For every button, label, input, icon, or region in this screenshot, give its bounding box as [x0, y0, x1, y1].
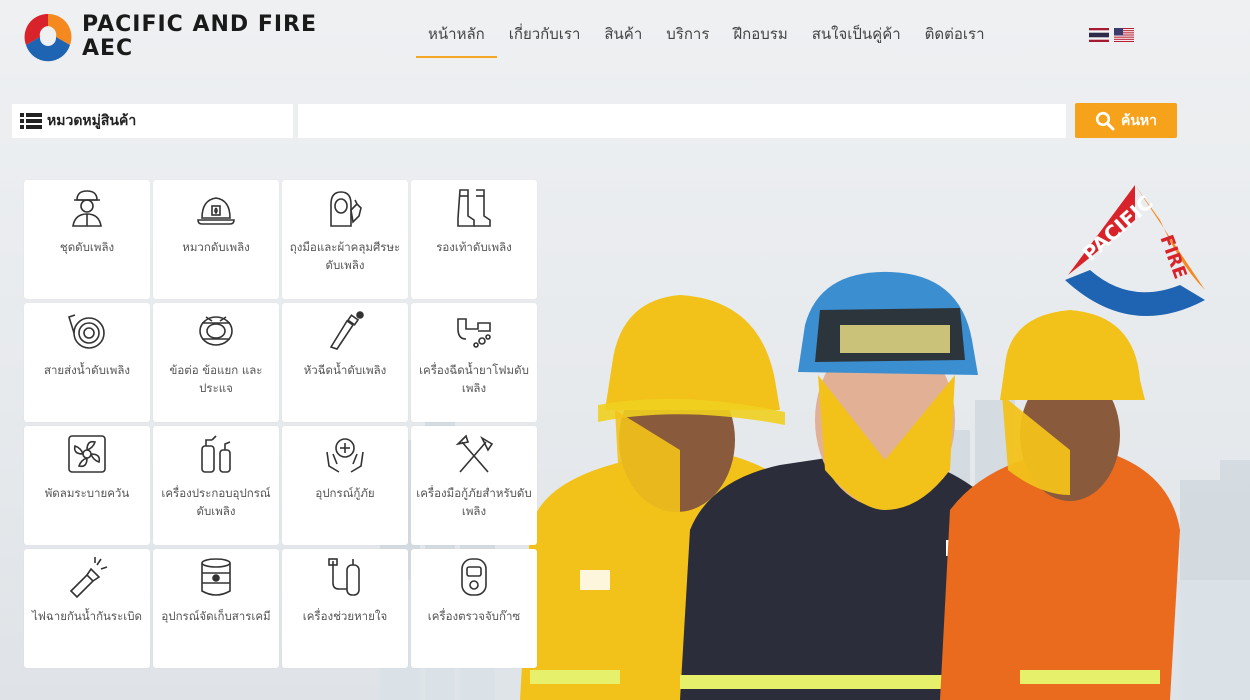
category-tile-rescue[interactable]: อุปกรณ์กู้ภัย [282, 426, 408, 545]
nozzle-icon [329, 311, 364, 350]
category-tile-breathing[interactable]: เครื่องช่วยหายใจ [282, 549, 408, 668]
category-label: เครื่องตรวจจับก๊าซ [427, 609, 521, 623]
category-tile-gas-detector[interactable]: เครื่องตรวจจับก๊าซ [411, 549, 537, 668]
search-button[interactable]: ค้นหา [1075, 103, 1177, 138]
badge-word-pacific: PACIFIC [1078, 190, 1158, 266]
nav-item-about[interactable]: เกี่ยวกับเรา [497, 22, 593, 58]
category-tile-fire-suit[interactable]: ชุดดับเพลิง [24, 180, 150, 299]
hose-icon [68, 314, 105, 349]
nav-item-training[interactable]: ฝึกอบรม [721, 22, 799, 58]
pacific-fire-aec-badge: PACIFIC FIRE AEC [1065, 185, 1205, 322]
category-tile-fire-helmet[interactable]: หมวกดับเพลิง [153, 180, 279, 299]
brand-mark-icon [24, 13, 72, 62]
smoke-fan-icon [68, 435, 106, 473]
nav-item-partner[interactable]: สนใจเป็นคู่ค้า [800, 22, 913, 58]
glove-hood-icon [330, 191, 362, 227]
coupling-icon [199, 316, 233, 346]
category-menu-label: หมวดหมู่สินค้า [47, 113, 137, 129]
nav-item-home[interactable]: หน้าหลัก [416, 22, 497, 58]
flashlight-icon [69, 557, 108, 599]
category-label: พัดลมระบายควัน [44, 486, 130, 500]
category-label: หมวกดับเพลิง [182, 240, 250, 254]
category-label: ข้อต่อ ข้อแยก และประแจ [169, 363, 263, 395]
brand-logo[interactable]: PACIFIC AND FIRE AEC [22, 11, 362, 63]
brand-name-line2: AEC [82, 36, 134, 61]
list-menu-icon [20, 113, 42, 129]
axe-tools-icon [455, 434, 494, 473]
category-label: รองเท้าดับเพลิง [436, 240, 512, 254]
chemical-drum-icon [201, 558, 231, 596]
firefighter-icon [72, 190, 102, 227]
boots-icon [457, 189, 491, 227]
category-tile-gloves-hood[interactable]: ถุงมือและผ้าคลุมศีรษะดับเพลิง [282, 180, 408, 299]
nav-item-contact[interactable]: ติดต่อเรา [913, 22, 997, 58]
category-label: เครื่องฉีดน้ำยาโฟมดับเพลิง [419, 363, 529, 395]
nav-item-services[interactable]: บริการ [654, 22, 721, 58]
category-tile-extinguisher[interactable]: เครื่องประกอบอุปกรณ์ดับเพลิง [153, 426, 279, 545]
category-tile-hose[interactable]: สายส่งน้ำดับเพลิง [24, 303, 150, 422]
nav-item-products[interactable]: สินค้า [592, 22, 654, 58]
gas-detector-icon [461, 558, 487, 596]
category-label: หัวฉีดน้ำดับเพลิง [303, 363, 387, 377]
category-label: เครื่องมือกู้ภัยสำหรับดับเพลิง [416, 486, 532, 518]
category-tile-flashlight[interactable]: ไฟฉายกันน้ำกันระเบิด [24, 549, 150, 668]
category-tile-boots[interactable]: รองเท้าดับเพลิง [411, 180, 537, 299]
category-menu-button[interactable]: หมวดหมู่สินค้า [12, 104, 293, 138]
product-category-grid: ชุดดับเพลิง หมวกดับเพลิง ถุงมือและผ้าคลุ… [24, 180, 537, 668]
category-tile-rescue-tools[interactable]: เครื่องมือกู้ภัยสำหรับดับเพลิง [411, 426, 537, 545]
rescue-hands-icon [326, 438, 364, 473]
category-label: สายส่งน้ำดับเพลิง [43, 363, 131, 377]
category-tile-foam-sprayer[interactable]: เครื่องฉีดน้ำยาโฟมดับเพลิง [411, 303, 537, 422]
category-tile-couplings[interactable]: ข้อต่อ ข้อแยก และประแจ [153, 303, 279, 422]
search-input[interactable] [298, 104, 1066, 138]
main-nav: หน้าหลัก เกี่ยวกับเรา สินค้า บริการ ฝึกอ… [416, 22, 997, 60]
breathing-apparatus-icon [328, 558, 360, 596]
search-button-label: ค้นหา [1120, 112, 1158, 129]
category-tile-nozzle[interactable]: หัวฉีดน้ำดับเพลิง [282, 303, 408, 422]
category-tile-smoke-fan[interactable]: พัดลมระบายควัน [24, 426, 150, 545]
badge-word-fire: FIRE [1155, 232, 1190, 282]
language-switcher [1089, 28, 1134, 42]
badge-word-aec: AEC [1109, 284, 1158, 322]
fire-helmet-icon [197, 197, 235, 225]
extinguisher-icon [201, 435, 231, 473]
category-label: ถุงมือและผ้าคลุมศีรษะดับเพลิง [289, 240, 401, 272]
category-label: ไฟฉายกันน้ำกันระเบิด [32, 609, 142, 623]
foam-sprayer-icon [457, 318, 491, 348]
category-tile-chemical-storage[interactable]: อุปกรณ์จัดเก็บสารเคมี [153, 549, 279, 668]
search-icon [1095, 111, 1115, 130]
category-label: อุปกรณ์จัดเก็บสารเคมี [161, 609, 271, 623]
category-label: ชุดดับเพลิง [59, 240, 115, 254]
category-label: อุปกรณ์กู้ภัย [315, 486, 375, 500]
category-label: เครื่องช่วยหายใจ [302, 609, 388, 623]
brand-name-line1: PACIFIC AND FIRE [82, 12, 318, 37]
category-label: เครื่องประกอบอุปกรณ์ดับเพลิง [161, 486, 271, 518]
us-flag-icon[interactable] [1114, 28, 1134, 42]
thai-flag-icon[interactable] [1089, 28, 1109, 42]
